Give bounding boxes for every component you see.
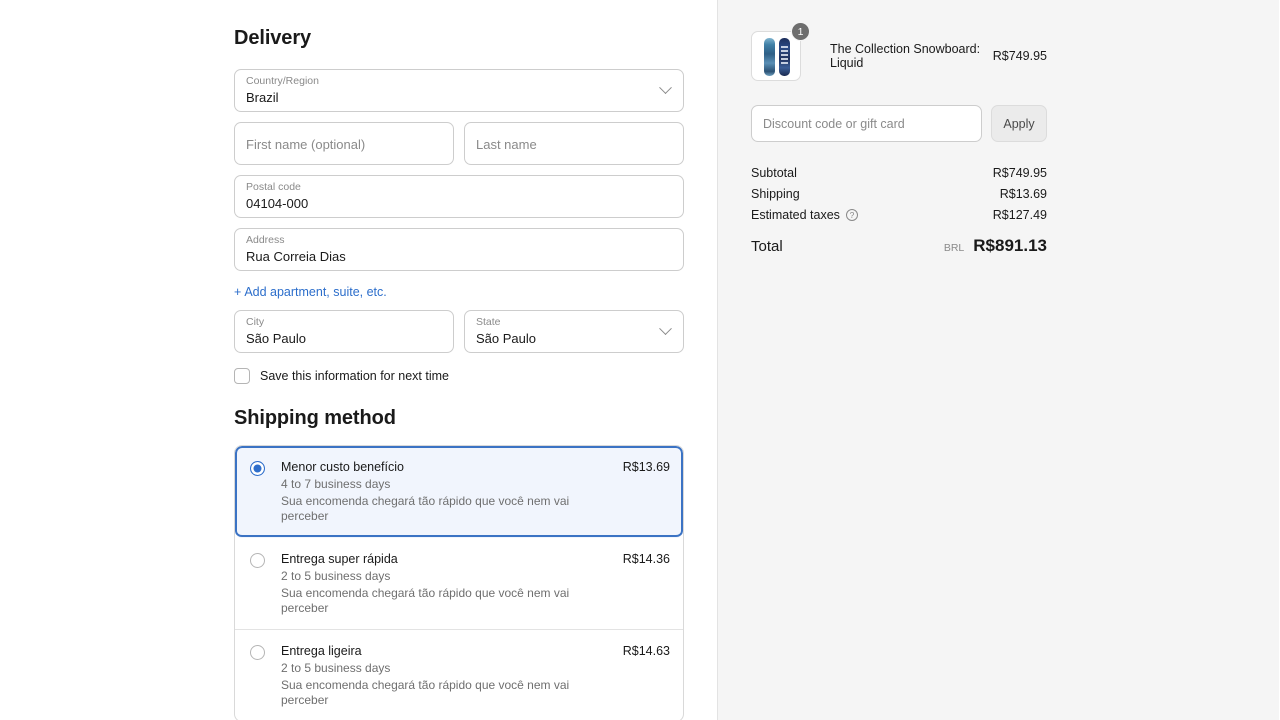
add-apartment-label: Add apartment, suite, etc.: [244, 285, 387, 299]
quantity-badge: 1: [791, 22, 810, 41]
estimated-taxes-label: Estimated taxes: [751, 208, 840, 222]
delivery-heading: Delivery: [234, 27, 312, 49]
shipping-options-list: Menor custo benefício 4 to 7 business da…: [234, 445, 684, 720]
add-apartment-link[interactable]: + Add apartment, suite, etc.: [234, 284, 387, 300]
postal-code-label: Postal code: [246, 181, 301, 193]
grand-total-value: R$891.13: [973, 236, 1047, 255]
city-input[interactable]: City São Paulo: [234, 310, 454, 353]
subtotal-row: Subtotal R$749.95: [751, 166, 1047, 180]
estimated-taxes-label-wrap: Estimated taxes ?: [751, 208, 858, 222]
shipping-option-note: Sua encomenda chegará tão rápido que voc…: [281, 586, 570, 615]
question-mark-icon[interactable]: ?: [845, 209, 858, 221]
name-row: First name (optional) Last name: [234, 122, 684, 165]
estimated-taxes-value: R$127.49: [992, 208, 1047, 222]
radio-icon[interactable]: [250, 645, 265, 660]
shipping-option-body: Menor custo benefício 4 to 7 business da…: [281, 459, 613, 524]
line-item: 1 The Collection Snowboard: Liquid R$749…: [751, 22, 1047, 81]
shipping-option-body: Entrega ligeira 2 to 5 business days Sua…: [281, 643, 613, 708]
save-info-row[interactable]: Save this information for next time: [234, 368, 684, 384]
shipping-option[interactable]: Entrega ligeira 2 to 5 business days Sua…: [235, 630, 683, 720]
line-item-thumbnail-wrap: 1: [751, 22, 810, 81]
state-value: São Paulo: [476, 331, 536, 346]
shipping-option-note: Sua encomenda chegará tão rápido que voc…: [281, 678, 570, 707]
order-summary-pane: 1 The Collection Snowboard: Liquid R$749…: [718, 0, 1279, 720]
chevron-down-icon: [659, 80, 672, 94]
chevron-down-icon: [659, 321, 672, 335]
city-label: City: [246, 316, 265, 328]
radio-icon[interactable]: [250, 553, 265, 568]
grand-total-label: Total: [751, 238, 783, 255]
shipping-option-price: R$14.36: [622, 552, 670, 566]
address-label: Address: [246, 234, 285, 246]
postal-code-input[interactable]: Postal code 04104-000: [234, 175, 684, 218]
save-info-label: Save this information for next time: [260, 369, 449, 383]
shipping-method-heading: Shipping method: [234, 407, 396, 429]
state-select[interactable]: State São Paulo: [464, 310, 684, 353]
city-value: São Paulo: [246, 331, 306, 346]
snowboard-left-icon: [764, 38, 775, 76]
discount-code-input[interactable]: Discount code or gift card: [751, 105, 982, 142]
shipping-option-body: Entrega super rápida 2 to 5 business day…: [281, 551, 613, 616]
shipping-option-days: 2 to 5 business days: [281, 569, 391, 583]
discount-row: Discount code or gift card Apply: [751, 105, 1047, 142]
subtotal-label: Subtotal: [751, 166, 797, 180]
snowboard-right-icon: [779, 38, 790, 76]
country-region-select[interactable]: Country/Region Brazil: [234, 69, 684, 112]
shipping-option-price: R$13.69: [622, 460, 670, 474]
shipping-option-name: Entrega super rápida: [281, 552, 398, 566]
first-name-input[interactable]: First name (optional): [234, 122, 454, 165]
grand-total-row: Total BRL R$891.13: [751, 236, 1047, 256]
shipping-row: Shipping R$13.69: [751, 187, 1047, 201]
totals-list: Subtotal R$749.95 Shipping R$13.69 Estim…: [751, 166, 1047, 256]
radio-icon[interactable]: [250, 461, 265, 476]
form-column: Delivery Country/Region Brazil First nam…: [234, 0, 684, 720]
address-value: Rua Correia Dias: [246, 249, 346, 264]
line-item-title: The Collection Snowboard: Liquid: [830, 42, 981, 70]
address-input[interactable]: Address Rua Correia Dias: [234, 228, 684, 271]
shipping-option-name: Entrega ligeira: [281, 644, 362, 658]
shipping-option-days: 4 to 7 business days: [281, 477, 391, 491]
line-item-price: R$749.95: [992, 49, 1047, 63]
shipping-option-note: Sua encomenda chegará tão rápido que voc…: [281, 494, 570, 523]
city-state-row: City São Paulo State São Paulo: [234, 310, 684, 353]
first-name-placeholder: First name (optional): [246, 137, 366, 152]
checkout-page: Delivery Country/Region Brazil First nam…: [0, 0, 1280, 720]
shipping-option[interactable]: Entrega super rápida 2 to 5 business day…: [235, 538, 683, 630]
last-name-input[interactable]: Last name: [464, 122, 684, 165]
state-label: State: [476, 316, 501, 328]
country-region-value: Brazil: [246, 90, 279, 105]
shipping-label: Shipping: [751, 187, 800, 201]
checkout-form-pane: Delivery Country/Region Brazil First nam…: [0, 0, 718, 720]
order-summary: 1 The Collection Snowboard: Liquid R$749…: [751, 0, 1047, 256]
apply-discount-button[interactable]: Apply: [991, 105, 1047, 142]
shipping-option-name: Menor custo benefício: [281, 460, 404, 474]
shipping-option-price: R$14.63: [622, 644, 670, 658]
shipping-option-days: 2 to 5 business days: [281, 661, 391, 675]
grand-total-right: BRL R$891.13: [944, 236, 1047, 256]
save-info-checkbox[interactable]: [234, 368, 250, 384]
currency-code: BRL: [943, 242, 965, 254]
last-name-placeholder: Last name: [476, 137, 537, 152]
shipping-method-section: Shipping method Menor custo benefício 4 …: [234, 406, 684, 720]
subtotal-value: R$749.95: [992, 166, 1047, 180]
postal-code-value: 04104-000: [246, 196, 309, 211]
estimated-taxes-row: Estimated taxes ? R$127.49: [751, 208, 1047, 222]
shipping-option[interactable]: Menor custo benefício 4 to 7 business da…: [235, 446, 683, 538]
shipping-value: R$13.69: [999, 187, 1047, 201]
plus-icon: +: [234, 285, 242, 299]
country-region-label: Country/Region: [246, 75, 319, 87]
